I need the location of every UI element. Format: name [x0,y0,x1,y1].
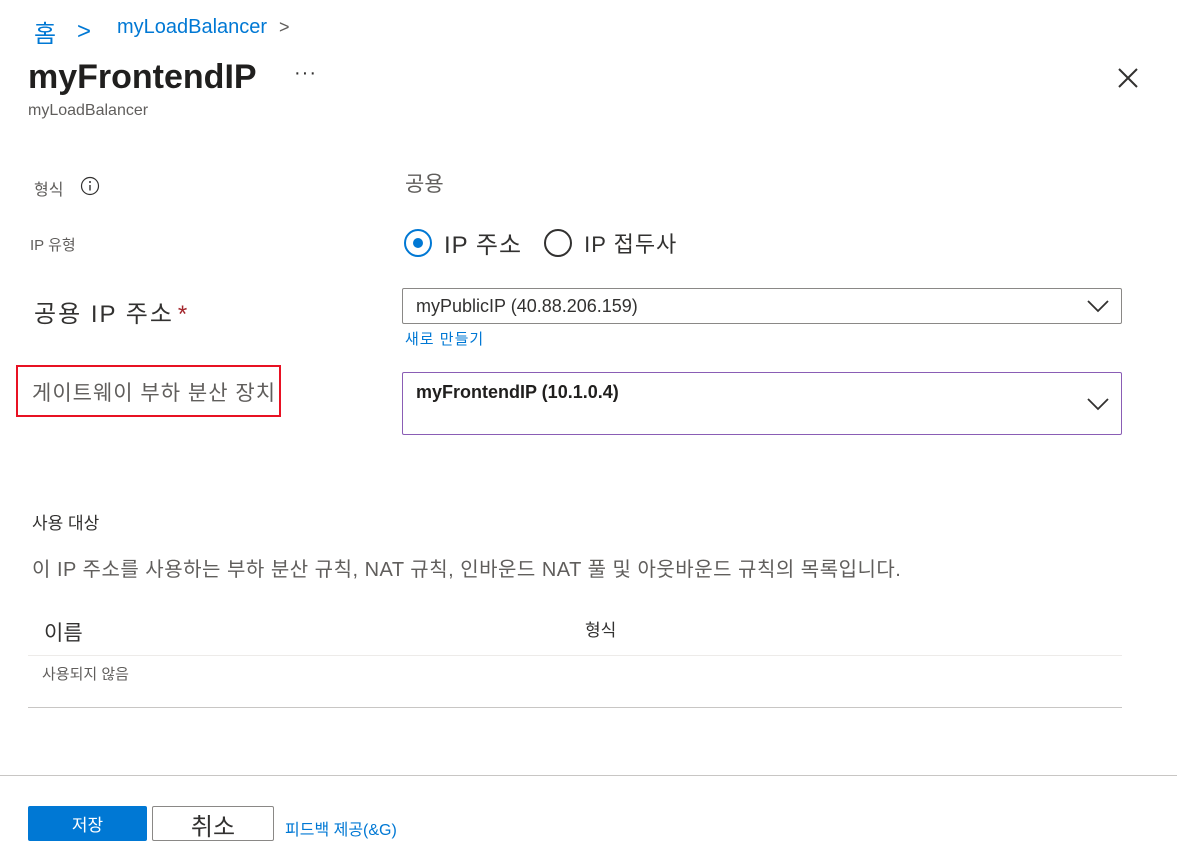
breadcrumb-chevron: > [279,17,290,37]
more-options-button[interactable]: ··· [294,62,317,85]
close-icon[interactable] [1116,66,1140,90]
public-ip-dropdown-value: myPublicIP (40.88.206.159) [416,296,638,316]
gateway-lb-dropdown-value: myFrontendIP (10.1.0.4) [416,382,619,402]
breadcrumb-separator: > [77,18,92,45]
column-header-name[interactable]: 이름 [44,617,83,647]
usage-description: 이 IP 주소를 사용하는 부하 분산 규칙, NAT 규칙, 인바운드 NAT… [32,559,902,581]
public-ip-dropdown[interactable]: myPublicIP (40.88.206.159) [402,288,1122,324]
create-new-link[interactable]: 새로 만들기 [405,328,484,349]
radio-unselected-icon [544,228,573,257]
public-ip-label-text: 공용 IP 주소 [34,301,174,328]
chevron-down-icon [1087,300,1109,313]
gateway-lb-dropdown[interactable]: myFrontendIP (10.1.0.4) [402,372,1122,435]
public-ip-label: 공용 IP 주소 * [34,294,189,329]
feedback-link[interactable]: 피드백 제공(&G) [285,816,397,840]
table-empty-text: 사용되지 않음 [42,666,129,683]
breadcrumb-load-balancer[interactable]: myLoadBalancer [117,16,267,39]
footer-divider [0,775,1177,776]
usage-section-title: 사용 대상 [32,514,100,533]
ip-address-radio-label: IP 주소 [444,232,523,259]
chevron-down-icon [1087,398,1109,411]
save-button[interactable]: 저장 [28,806,147,841]
table-divider [28,655,1122,656]
breadcrumb-home[interactable]: 홈 [34,14,57,49]
cancel-button[interactable]: 취소 [152,806,274,841]
ip-type-label: IP 유형 [30,237,76,254]
type-value: 공용 [405,173,444,196]
page-subtitle: myLoadBalancer [28,102,149,119]
ip-type-radio-group: IP 주소 IP 접두사 [404,225,699,260]
ip-prefix-radio[interactable]: IP 접두사 [544,227,677,259]
info-icon[interactable] [80,176,100,196]
radio-selected-icon [404,228,432,257]
type-label: 형식 [34,182,64,199]
column-header-type[interactable]: 형식 [585,616,616,641]
table-divider [28,707,1122,708]
required-marker: * [177,301,190,328]
ip-prefix-radio-label: IP 접두사 [584,231,678,257]
page-title: myFrontendIP [28,58,257,96]
ip-address-radio[interactable]: IP 주소 [404,225,522,260]
gateway-lb-label: 게이트웨이 부하 분산 장치 [32,382,277,405]
